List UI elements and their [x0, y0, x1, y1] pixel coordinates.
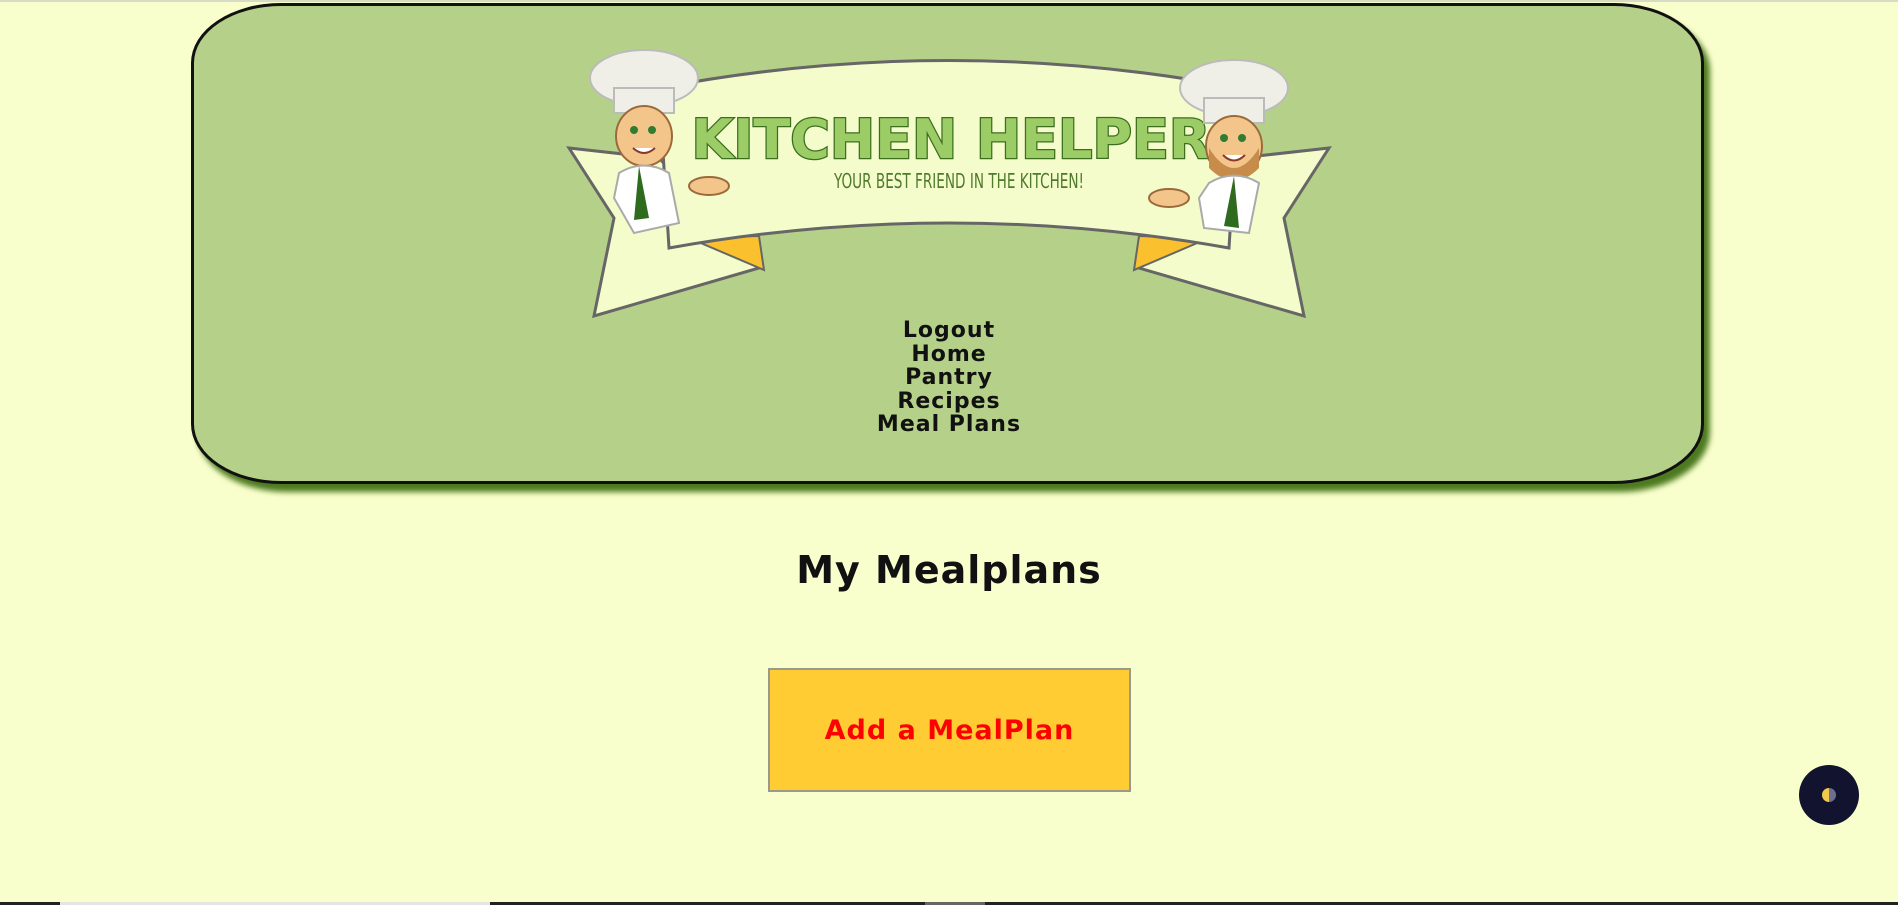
nav-link-home[interactable]: Home — [791, 342, 1107, 367]
nav-link-logout[interactable]: Logout — [791, 319, 1107, 343]
nav-link-pantry[interactable]: Pantry — [791, 366, 1107, 390]
main-nav: Logout Home Pantry Recipes Meal Plans — [791, 319, 1107, 437]
half-moon-icon — [1822, 788, 1836, 802]
kitchen-helper-banner: KITCHEN HELPER YOUR BEST FRIEND IN THE K… — [566, 49, 1332, 319]
page-title: My Mealplans — [796, 548, 1102, 592]
theme-toggle-button[interactable] — [1799, 765, 1859, 825]
banner-tagline: YOUR BEST FRIEND IN THE KITCHEN! — [833, 169, 1084, 193]
top-browser-strip — [0, 0, 1898, 2]
nav-link-recipes[interactable]: Recipes — [791, 389, 1107, 414]
nav-link-meal-plans[interactable]: Meal Plans — [791, 413, 1107, 437]
add-mealplan-button[interactable]: Add a MealPlan — [768, 668, 1131, 792]
banner-title: KITCHEN HELPER — [691, 108, 1210, 171]
